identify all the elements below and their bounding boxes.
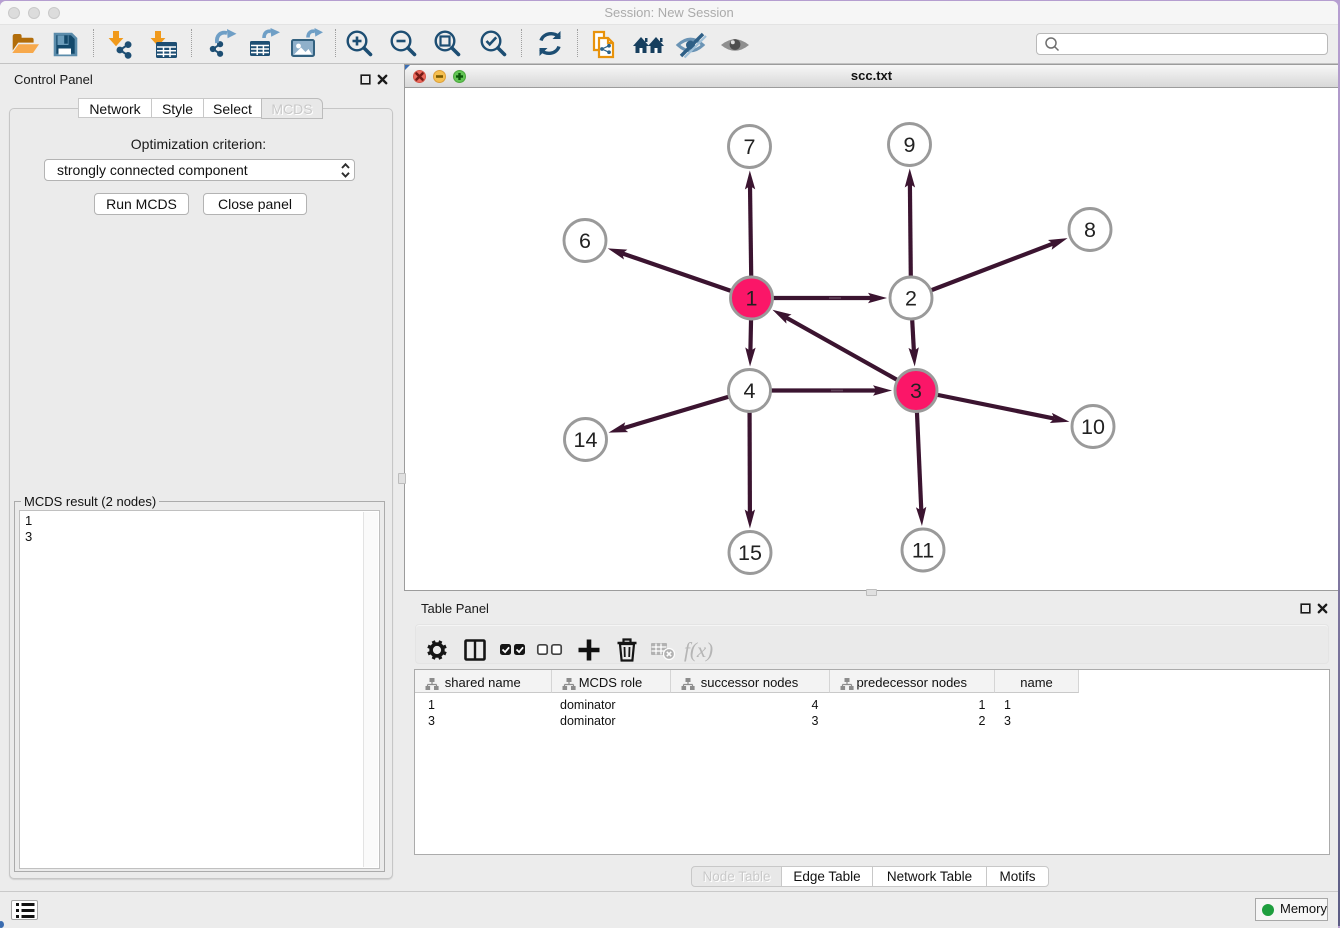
svg-text:15: 15 (738, 541, 762, 565)
svg-text:4: 4 (744, 379, 756, 403)
svg-text:14: 14 (574, 428, 598, 452)
svg-text:9: 9 (904, 133, 916, 157)
svg-text:11: 11 (912, 539, 934, 563)
svg-text:1: 1 (746, 287, 758, 311)
svg-text:3: 3 (910, 379, 922, 403)
svg-text:f(x): f(x) (684, 638, 713, 662)
svg-text:8: 8 (1084, 218, 1096, 242)
svg-text:2: 2 (905, 287, 917, 311)
svg-text:10: 10 (1081, 415, 1105, 439)
svg-text:7: 7 (744, 135, 756, 159)
svg-text:6: 6 (579, 229, 591, 253)
